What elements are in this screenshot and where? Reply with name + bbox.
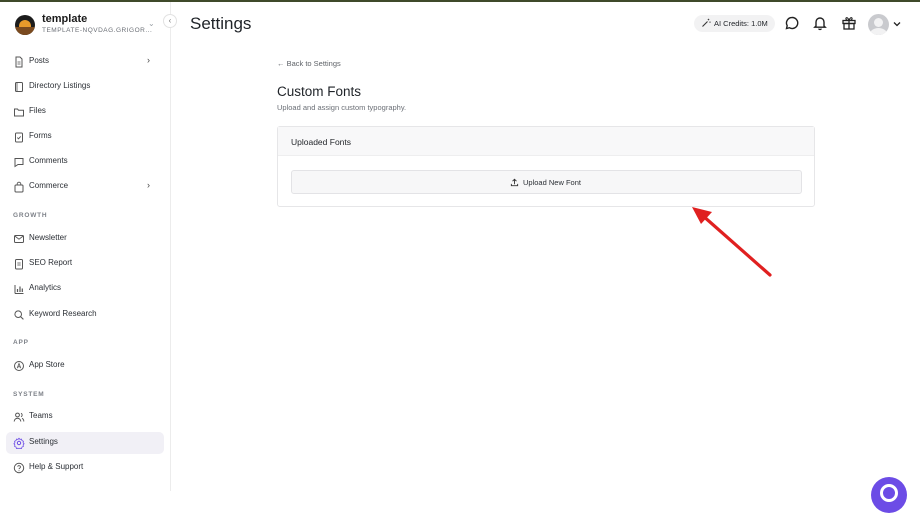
chevron-right-icon: › (147, 180, 150, 190)
sidebar-item-label: Settings (29, 437, 58, 446)
help-chat-button[interactable] (871, 477, 907, 513)
sidebar-item-label: SEO Report (29, 258, 73, 267)
sidebar-item-newsletter[interactable]: Newsletter (6, 228, 164, 250)
sidebar-item-files[interactable]: Files (6, 101, 164, 123)
sidebar-item-label: Forms (29, 131, 52, 140)
gift-icon[interactable] (841, 15, 857, 31)
sidebar-item-keyword-research[interactable]: Keyword Research (6, 304, 164, 326)
search-icon (14, 310, 24, 320)
chevron-left-icon: ‹ (168, 16, 172, 25)
sidebar-item-comments[interactable]: Comments (6, 151, 164, 173)
mail-icon (14, 235, 24, 243)
uploaded-fonts-card: Uploaded Fonts Upload New Font (277, 126, 815, 207)
upload-new-font-button[interactable]: Upload New Font (291, 170, 802, 194)
page-title: Custom Fonts (277, 84, 362, 99)
card-title: Uploaded Fonts (291, 137, 352, 147)
sidebar-item-label: Newsletter (29, 233, 67, 242)
card-header: Uploaded Fonts (278, 127, 814, 156)
sidebar-item-help-support[interactable]: Help & Support (6, 457, 164, 479)
gear-icon (13, 437, 25, 449)
sidebar-item-label: Comments (29, 156, 68, 165)
sidebar-item-posts[interactable]: Posts › (6, 51, 164, 73)
app-store-icon (14, 361, 24, 371)
sidebar-item-app-store[interactable]: App Store (6, 355, 164, 377)
sidebar-item-label: Directory Listings (29, 81, 91, 90)
annotation-arrow (692, 207, 772, 277)
page-subtitle: Upload and assign custom typography. (277, 103, 407, 112)
sidebar: template TEMPLATE-NQVDAG.GRIGOR... ⌄ Pos… (0, 2, 171, 491)
upload-icon (510, 178, 519, 187)
chevron-down-icon: ⌄ (148, 19, 155, 28)
folder-icon (14, 108, 24, 117)
sidebar-item-teams[interactable]: Teams (6, 406, 164, 428)
chat-bubble-icon (880, 484, 898, 502)
chevron-down-icon[interactable] (892, 19, 902, 29)
bell-icon[interactable] (812, 15, 828, 31)
sidebar-item-label: Help & Support (29, 462, 84, 471)
magic-wand-icon (702, 18, 711, 27)
sidebar-item-label: Keyword Research (29, 309, 97, 318)
sidebar-item-label: Analytics (29, 283, 62, 292)
sidebar-item-label: App Store (29, 360, 65, 369)
chat-icon[interactable] (784, 15, 800, 31)
ai-credits-label: AI Credits: 1.0M (714, 19, 768, 28)
sidebar-item-label: Commerce (29, 181, 69, 190)
bar-chart-icon (14, 285, 24, 294)
brand-logo (15, 15, 35, 35)
sidebar-item-label: Posts (29, 56, 50, 65)
help-icon (13, 462, 25, 474)
section-header-app: APP (13, 339, 29, 346)
sidebar-item-directory-listings[interactable]: Directory Listings (6, 76, 164, 98)
section-header-system: SYSTEM (13, 391, 45, 398)
users-icon (13, 412, 25, 422)
shopping-bag-icon (14, 181, 24, 193)
sidebar-item-forms[interactable]: Forms (6, 126, 164, 148)
brand-name: template (42, 13, 88, 25)
collapse-sidebar-button[interactable]: ‹ (163, 14, 177, 28)
sidebar-item-commerce[interactable]: Commerce › (6, 176, 164, 198)
comment-icon (14, 158, 24, 168)
ai-credits-badge[interactable]: AI Credits: 1.0M (694, 15, 775, 32)
book-icon (15, 82, 23, 92)
upload-button-label: Upload New Font (523, 178, 581, 187)
section-header-growth: GROWTH (13, 212, 48, 219)
sidebar-item-label: Files (29, 106, 46, 115)
report-icon (15, 259, 23, 270)
document-icon (15, 56, 23, 68)
chevron-right-icon: › (147, 55, 150, 65)
sidebar-item-analytics[interactable]: Analytics (6, 278, 164, 300)
sidebar-item-settings[interactable]: Settings (6, 432, 164, 454)
clipboard-check-icon (15, 132, 23, 143)
sidebar-item-seo-report[interactable]: SEO Report (6, 253, 164, 275)
avatar[interactable] (868, 14, 889, 35)
page-header-title: Settings (190, 14, 252, 33)
back-to-settings-link[interactable]: ← Back to Settings (277, 59, 341, 68)
brand-subdomain: TEMPLATE-NQVDAG.GRIGOR... (42, 27, 153, 34)
sidebar-item-label: Teams (29, 411, 53, 420)
workspace-switcher[interactable]: template TEMPLATE-NQVDAG.GRIGOR... ⌄ (15, 12, 165, 38)
